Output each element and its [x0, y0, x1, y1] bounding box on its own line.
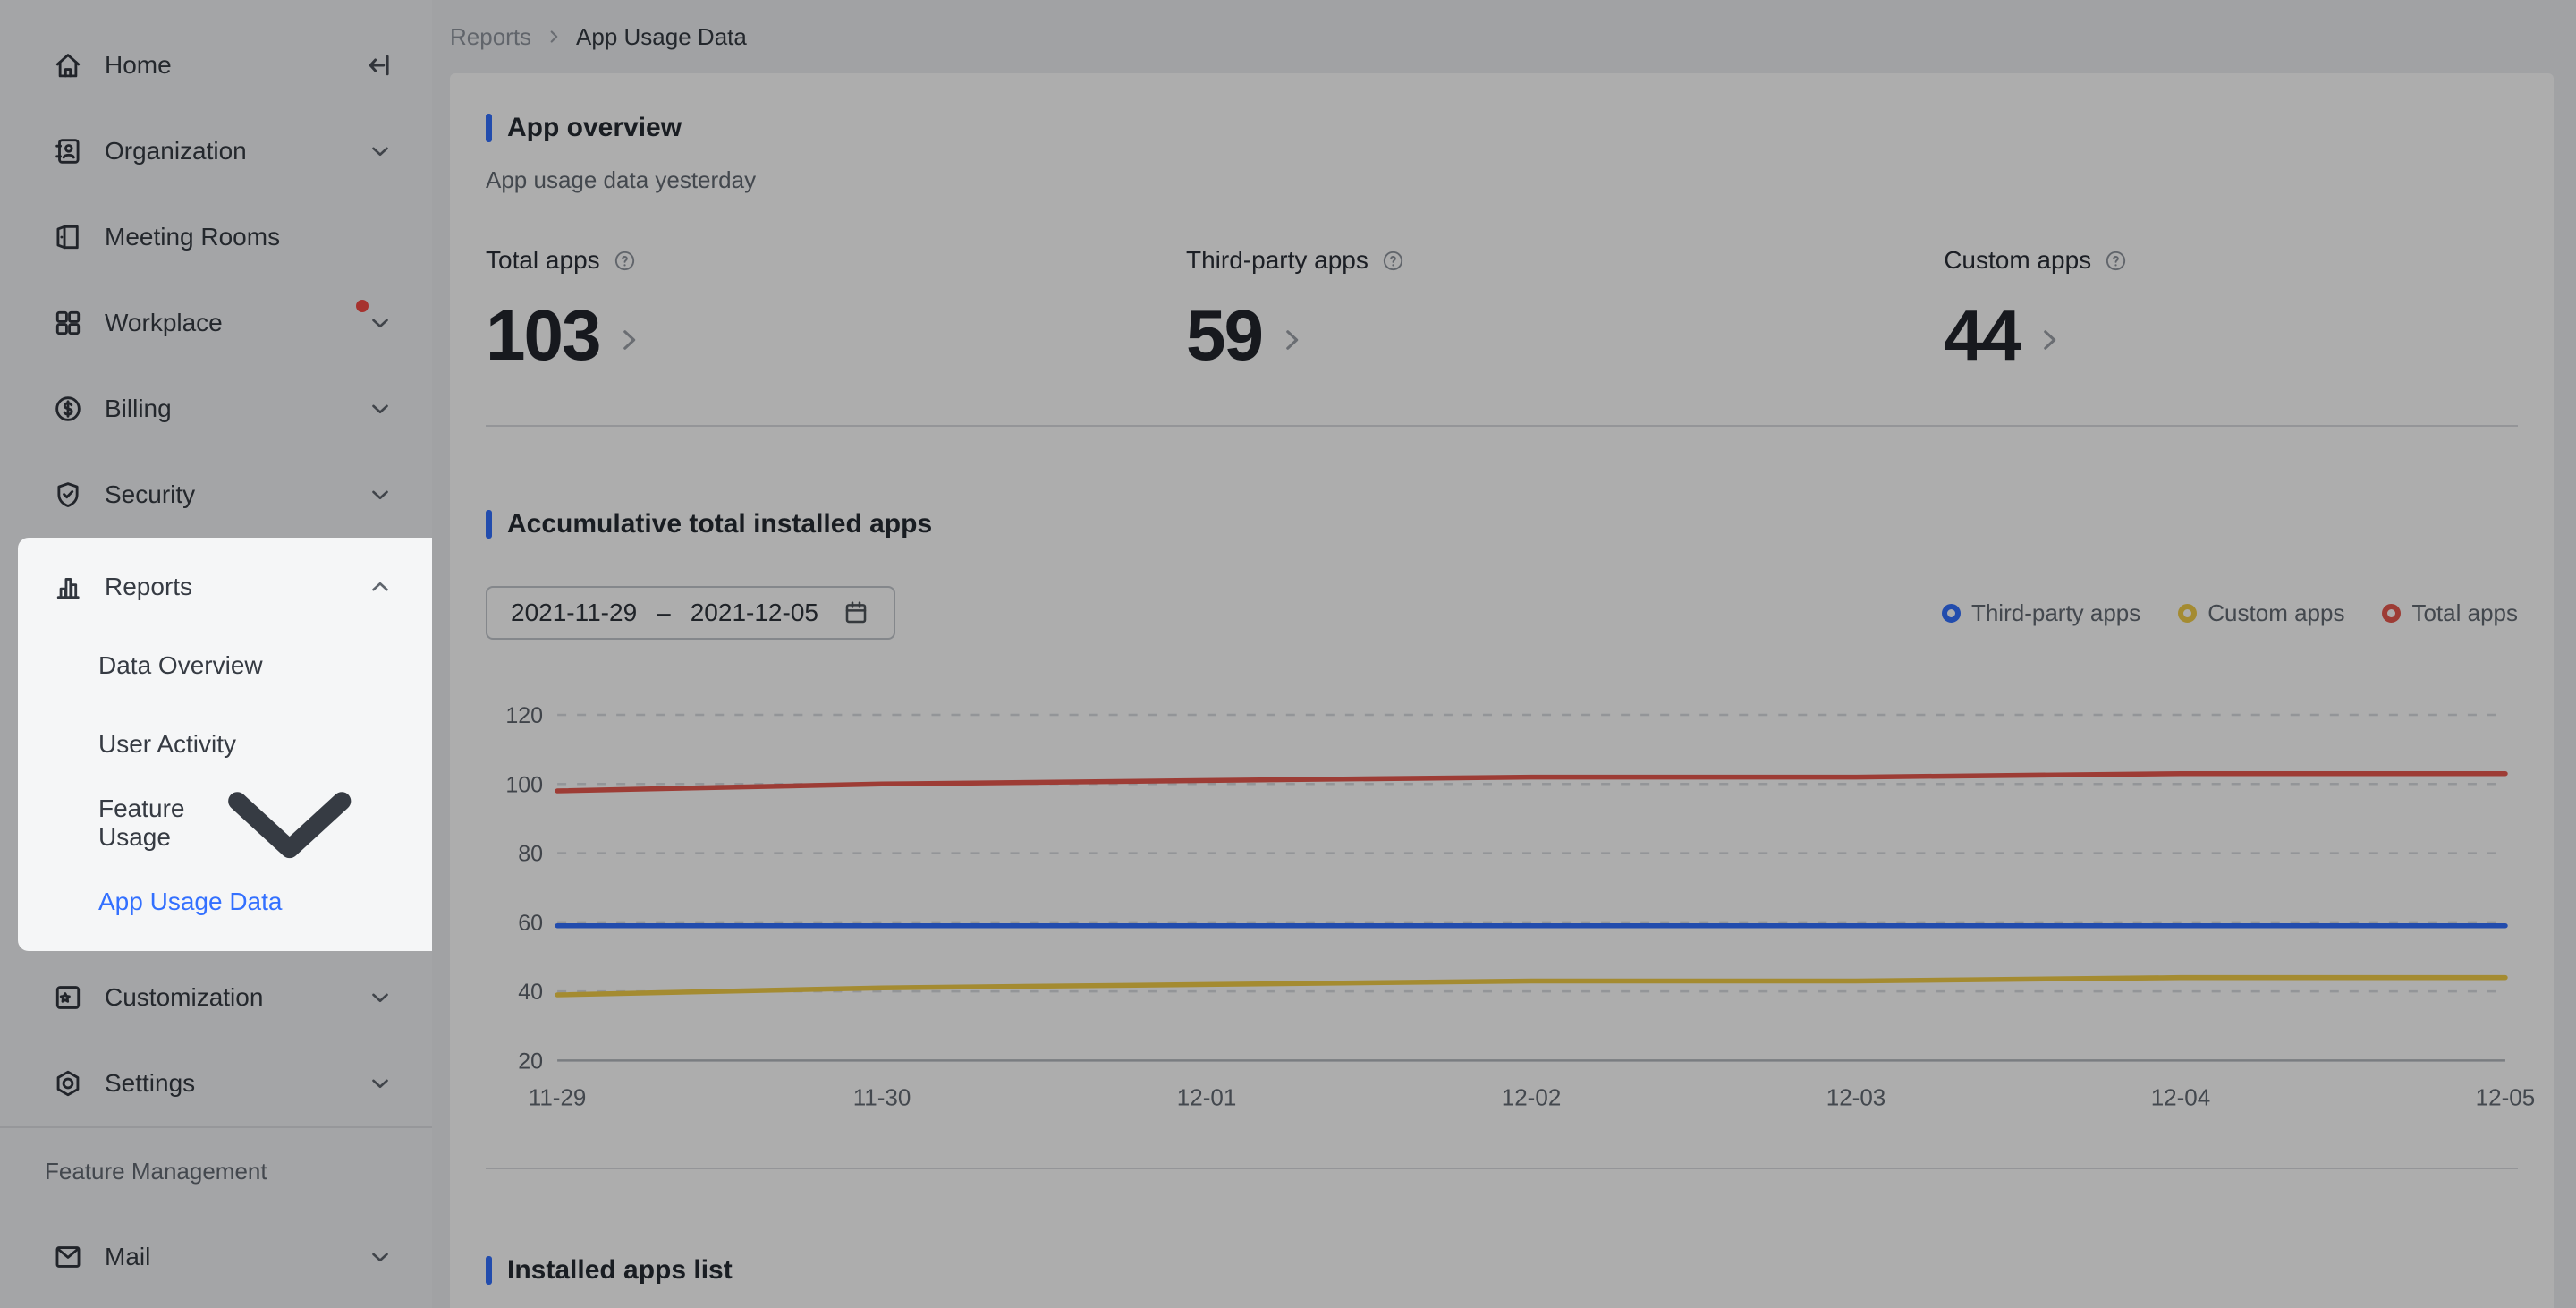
reports-icon: [51, 570, 85, 604]
sidebar-item-reports[interactable]: Reports: [18, 548, 432, 626]
sidebar-reports-spotlight: ReportsData OverviewUser ActivityFeature…: [18, 538, 432, 951]
sidebar-item-feature-usage[interactable]: Feature Usage: [18, 784, 432, 862]
sidebar-item-label: Data Overview: [98, 651, 394, 680]
chevron-up-icon: [367, 573, 394, 600]
sidebar-item-label: Reports: [105, 573, 347, 601]
sidebar-item-label: Feature Usage: [98, 794, 185, 852]
sidebar-item-label: App Usage Data: [98, 888, 394, 916]
sidebar-item-data-overview[interactable]: Data Overview: [18, 626, 432, 705]
